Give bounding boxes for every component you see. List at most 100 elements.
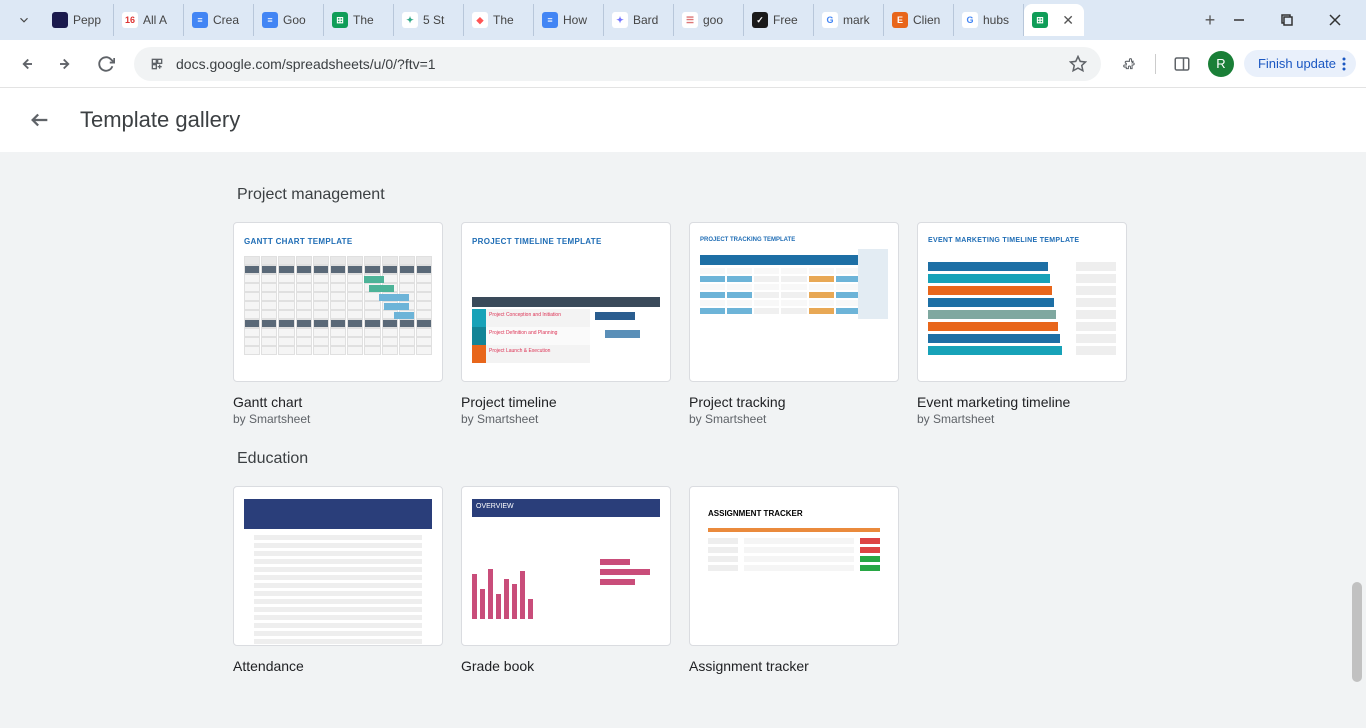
maximize-button[interactable] — [1272, 5, 1302, 35]
browser-tab[interactable]: ≡ How — [534, 4, 604, 36]
template-card[interactable]: GANTT CHART TEMPLATE Gantt chart by Smart… — [233, 222, 443, 426]
tab-search-button[interactable] — [12, 8, 36, 32]
tab-favicon: ≡ — [542, 12, 558, 28]
tab-title: hubs — [983, 13, 1015, 27]
tab-favicon: ⊞ — [1032, 12, 1048, 28]
template-title: Attendance — [233, 658, 443, 674]
tab-title: The — [493, 13, 525, 27]
template-thumbnail[interactable]: PROJECT TRACKING TEMPLATE — [689, 222, 899, 382]
template-subtitle: by Smartsheet — [689, 412, 899, 426]
tab-close-icon[interactable]: ✕ — [1060, 12, 1076, 29]
content-area: Project management GANTT CHART TEMPLATE G… — [0, 152, 1366, 728]
tab-title: Clien — [913, 13, 945, 27]
tab-favicon: G — [962, 12, 978, 28]
browser-tab[interactable]: Pepp — [44, 4, 114, 36]
profile-avatar[interactable]: R — [1208, 51, 1234, 77]
side-panel-icon[interactable] — [1166, 48, 1198, 80]
finish-update-button[interactable]: Finish update — [1244, 50, 1356, 77]
tab-title: How — [563, 13, 595, 27]
tab-favicon: ✓ — [752, 12, 768, 28]
tab-favicon: ≡ — [192, 12, 208, 28]
tab-favicon — [52, 12, 68, 28]
browser-tab[interactable]: Gmark — [814, 4, 884, 36]
template-thumbnail[interactable]: OVERVIEW — [461, 486, 671, 646]
tab-favicon: ⊞ — [332, 12, 348, 28]
tab-title: Bard — [633, 13, 665, 27]
template-thumbnail[interactable] — [233, 486, 443, 646]
browser-tab[interactable]: ✦ 5 St — [394, 4, 464, 36]
browser-tab[interactable]: ⊞ The — [324, 4, 394, 36]
nav-forward-button[interactable] — [50, 48, 82, 80]
tab-title: Goo — [283, 13, 315, 27]
more-icon — [1342, 57, 1346, 71]
separator — [1155, 54, 1156, 74]
tab-title: Free — [773, 13, 805, 27]
template-card[interactable]: OVERVIEW Grade book — [461, 486, 671, 674]
scrollbar[interactable] — [1352, 152, 1362, 728]
tab-favicon: ☰ — [682, 12, 698, 28]
tab-favicon: ◆ — [472, 12, 488, 28]
site-info-icon[interactable] — [148, 55, 166, 73]
tab-favicon: ✦ — [402, 12, 418, 28]
template-card[interactable]: EVENT MARKETING TIMELINE TEMPLATE Event m… — [917, 222, 1127, 426]
browser-tab[interactable]: ≡ Goo — [254, 4, 324, 36]
template-subtitle: by Smartsheet — [917, 412, 1127, 426]
template-title: Event marketing timeline — [917, 394, 1127, 410]
section-title: Education — [237, 450, 1133, 468]
browser-tab[interactable]: ✓ Free — [744, 4, 814, 36]
extensions-icon[interactable] — [1113, 48, 1145, 80]
template-card[interactable]: PROJECT TIMELINE TEMPLATE Project Concep… — [461, 222, 671, 426]
browser-toolbar: docs.google.com/spreadsheets/u/0/?ftv=1 … — [0, 40, 1366, 88]
template-card[interactable]: Attendance — [233, 486, 443, 674]
tab-favicon: G — [822, 12, 838, 28]
template-row: AttendanceOVERVIEW Grade bookASSIGNMENT … — [233, 486, 1133, 674]
tab-title: All A — [143, 13, 175, 27]
scrollbar-thumb[interactable] — [1352, 582, 1362, 682]
nav-back-button[interactable] — [10, 48, 42, 80]
browser-tab[interactable]: E Clien — [884, 4, 954, 36]
template-row: GANTT CHART TEMPLATE Gantt chart by Smart… — [233, 222, 1133, 426]
tab-title: goo — [703, 13, 735, 27]
tab-title: mark — [843, 13, 875, 27]
gallery-back-button[interactable] — [20, 100, 60, 140]
new-tab-button[interactable]: + — [1196, 10, 1224, 31]
tab-favicon: 16 — [122, 12, 138, 28]
close-window-button[interactable] — [1320, 5, 1350, 35]
template-title: Project tracking — [689, 394, 899, 410]
template-thumbnail[interactable]: GANTT CHART TEMPLATE — [233, 222, 443, 382]
template-thumbnail[interactable]: PROJECT TIMELINE TEMPLATE Project Concep… — [461, 222, 671, 382]
template-title: Grade book — [461, 658, 671, 674]
page-title: Template gallery — [80, 107, 240, 133]
browser-tab-strip: Pepp 16 All A ≡ Crea ≡ Goo ⊞ The ✦ 5 St ◆ The ≡ How ✦ Ba… — [0, 0, 1366, 40]
browser-tab[interactable]: ≡ Crea — [184, 4, 254, 36]
url-text: docs.google.com/spreadsheets/u/0/?ftv=1 — [176, 56, 436, 72]
tab-title: 5 St — [423, 13, 455, 27]
template-title: Gantt chart — [233, 394, 443, 410]
browser-tab[interactable]: ◆ The — [464, 4, 534, 36]
template-subtitle: by Smartsheet — [233, 412, 443, 426]
tab-favicon: ≡ — [262, 12, 278, 28]
browser-tab[interactable]: 16 All A — [114, 4, 184, 36]
template-thumbnail[interactable]: EVENT MARKETING TIMELINE TEMPLATE — [917, 222, 1127, 382]
browser-tab[interactable]: ⊞✕ — [1024, 4, 1084, 36]
tab-title: Pepp — [73, 13, 105, 27]
template-title: Project timeline — [461, 394, 671, 410]
tab-favicon: ✦ — [612, 12, 628, 28]
reload-button[interactable] — [90, 48, 122, 80]
template-card[interactable]: PROJECT TRACKING TEMPLATE Project tracki… — [689, 222, 899, 426]
tab-title: The — [353, 13, 385, 27]
browser-tab[interactable]: Ghubs — [954, 4, 1024, 36]
template-thumbnail[interactable]: ASSIGNMENT TRACKER — [689, 486, 899, 646]
address-bar[interactable]: docs.google.com/spreadsheets/u/0/?ftv=1 — [134, 47, 1101, 81]
browser-tab[interactable]: ✦ Bard — [604, 4, 674, 36]
tab-title: Crea — [213, 13, 245, 27]
tab-favicon: E — [892, 12, 908, 28]
template-title: Assignment tracker — [689, 658, 899, 674]
template-subtitle: by Smartsheet — [461, 412, 671, 426]
browser-tab[interactable]: ☰ goo — [674, 4, 744, 36]
minimize-button[interactable] — [1224, 5, 1254, 35]
app-header: Template gallery — [0, 88, 1366, 152]
template-card[interactable]: ASSIGNMENT TRACKER Assignment tracker — [689, 486, 899, 674]
section-title: Project management — [237, 186, 1133, 204]
bookmark-icon[interactable] — [1069, 55, 1087, 73]
